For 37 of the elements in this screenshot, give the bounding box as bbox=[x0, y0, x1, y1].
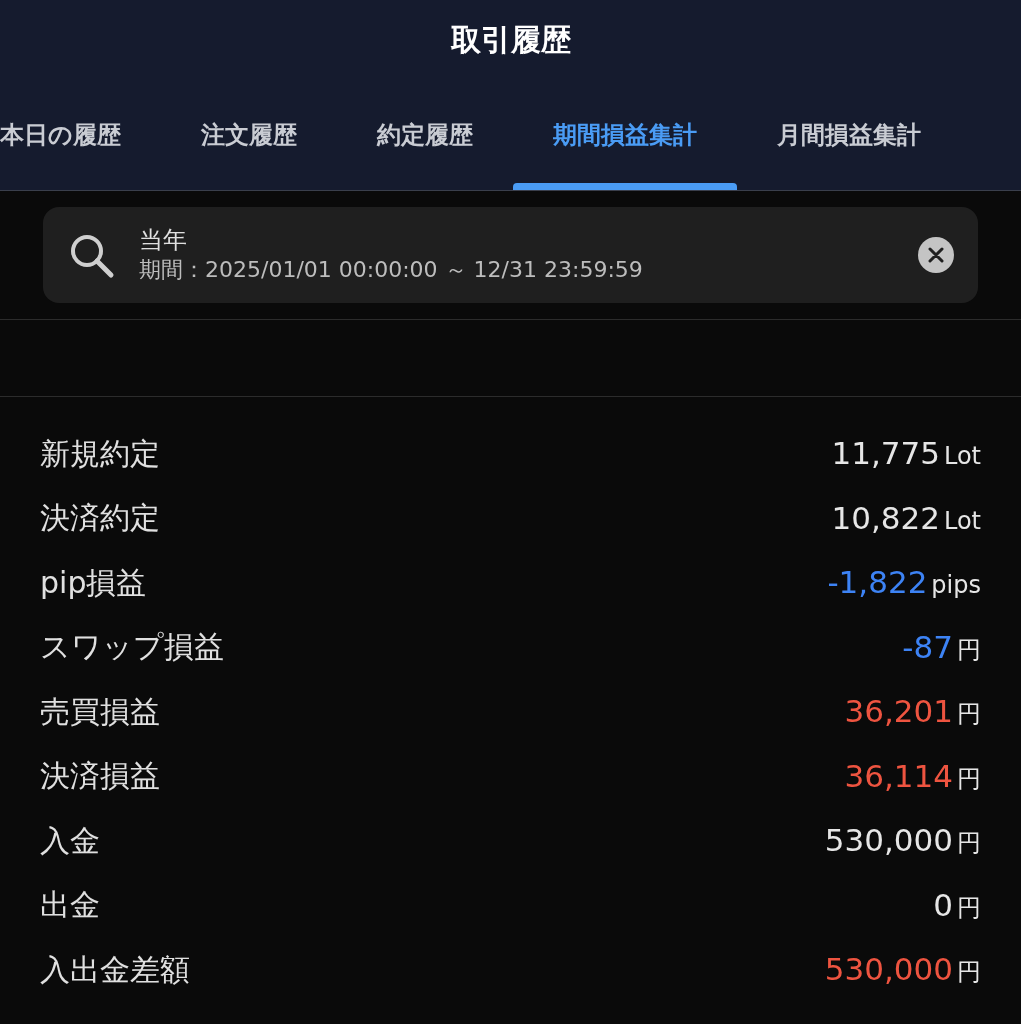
unit-label: Lot bbox=[943, 441, 981, 472]
summary-label: 入出金差額 bbox=[40, 950, 190, 989]
summary-value: -87 bbox=[902, 627, 953, 667]
unit-label: 円 bbox=[957, 634, 981, 666]
unit-label: 円 bbox=[957, 699, 981, 730]
summary-label: pip損益 bbox=[40, 563, 147, 602]
summary-value: 36,201 bbox=[844, 692, 953, 731]
summary-label: 決済損益 bbox=[40, 757, 160, 796]
unit-label: 円 bbox=[957, 957, 981, 988]
summary-label: 新規約定 bbox=[40, 434, 160, 473]
tab[interactable]: 約定履歴 bbox=[337, 80, 513, 190]
summary-value: 530,000 bbox=[824, 950, 953, 989]
unit-label: Lot bbox=[943, 505, 981, 537]
summary-label: 入金 bbox=[40, 821, 100, 860]
tab[interactable]: 注文履歴 bbox=[161, 80, 337, 190]
clear-icon[interactable] bbox=[918, 237, 954, 273]
unit-label: pips bbox=[931, 570, 981, 601]
summary-label: 売買損益 bbox=[40, 692, 160, 731]
summary-label: スワップ損益 bbox=[40, 628, 224, 667]
summary-value: 0 bbox=[933, 885, 953, 925]
summary-label: 決済約定 bbox=[40, 499, 160, 538]
tab[interactable]: 本日の履歴 bbox=[0, 80, 161, 190]
summary-value: 11,775 bbox=[831, 434, 940, 473]
summary-value: 36,114 bbox=[844, 756, 953, 796]
summary-value: -1,822 bbox=[827, 563, 928, 602]
tab[interactable]: 月間損益集計 bbox=[737, 80, 961, 190]
tab[interactable]: 期間損益集計 bbox=[513, 80, 737, 190]
summary-value: 10,822 bbox=[831, 498, 940, 538]
unit-label: 円 bbox=[957, 828, 981, 859]
summary-label: 出金 bbox=[40, 886, 100, 925]
summary-value: 530,000 bbox=[824, 821, 953, 860]
filter-bar[interactable]: 当年 期間：2025/01/01 00:00:00 ～ 12/31 23:59:59 bbox=[43, 207, 978, 303]
unit-label: 円 bbox=[957, 892, 981, 924]
filter-period: 期間：2025/01/01 00:00:00 ～ 12/31 23:59:59 bbox=[139, 256, 643, 284]
page-title: 取引履歴 bbox=[450, 22, 571, 57]
filter-name: 当年 bbox=[139, 225, 187, 255]
unit-label: 円 bbox=[957, 763, 981, 795]
